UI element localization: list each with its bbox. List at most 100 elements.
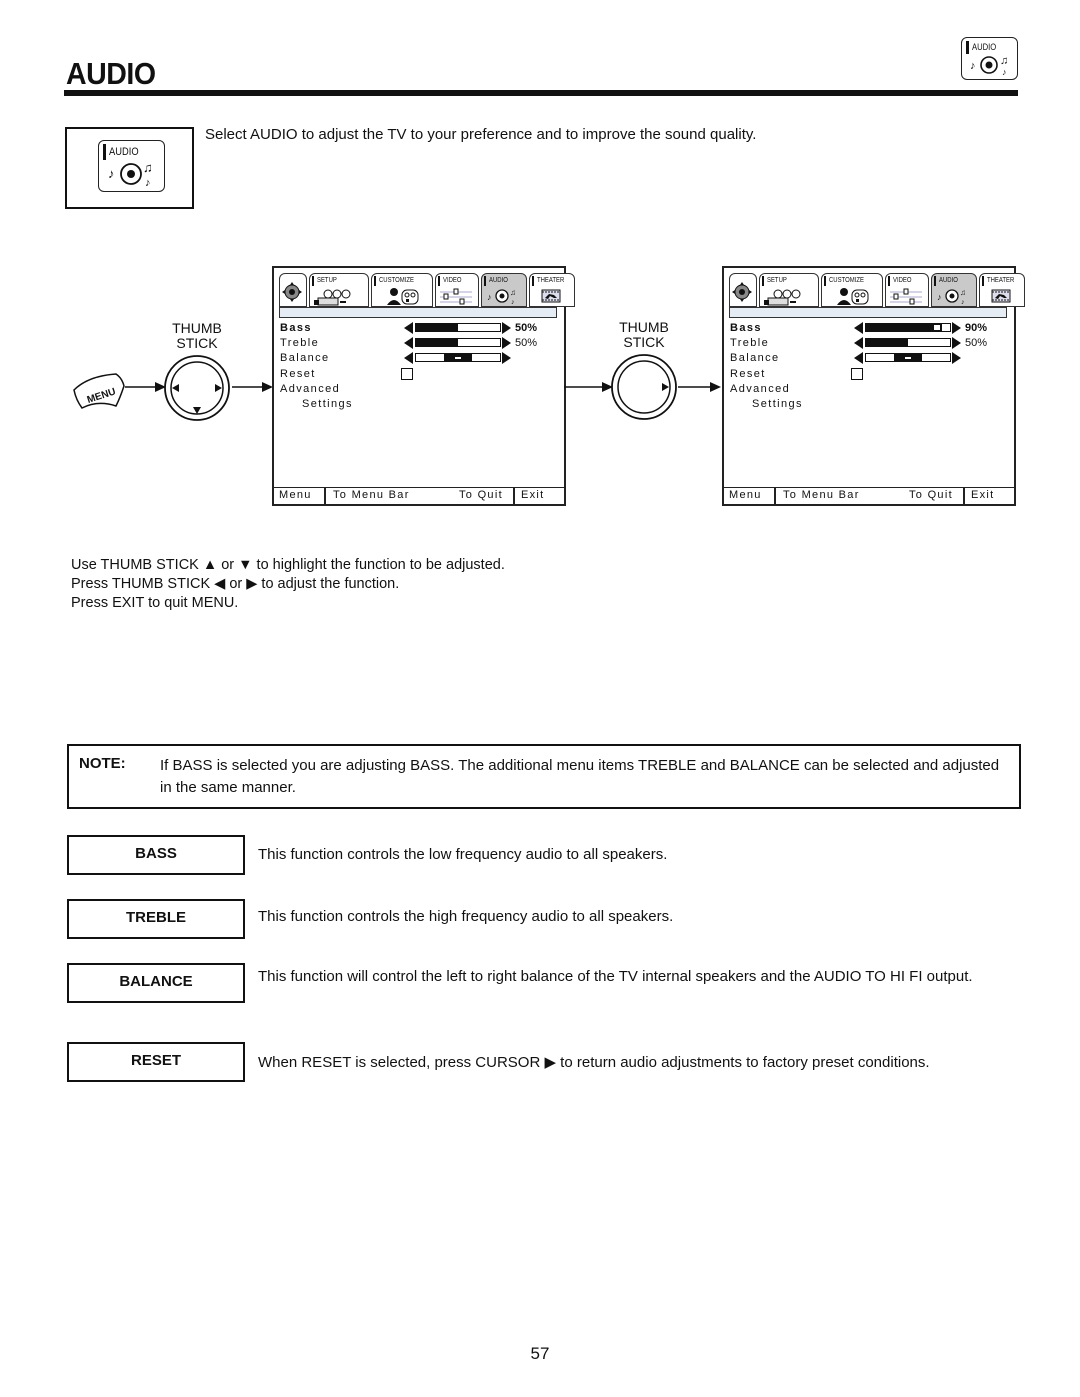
instructions: Use THUMB STICK ▲ or ▼ to highlight the … xyxy=(71,556,505,613)
footer-exit-button[interactable]: Exit xyxy=(521,489,545,501)
thumb-stick-label: THUMB STICK xyxy=(608,320,680,350)
bass-slider[interactable] xyxy=(854,322,964,334)
title-rule xyxy=(64,90,1018,96)
menu-tab-audio[interactable]: AUDIO ♪ ♫ ♪ xyxy=(931,273,977,307)
slider-right-arrow-icon[interactable] xyxy=(502,352,511,364)
function-label-treble: TREBLE xyxy=(67,899,245,939)
treble-slider[interactable] xyxy=(404,337,514,349)
up-arrow-icon: ▲ xyxy=(202,557,218,573)
slider-right-arrow-icon[interactable] xyxy=(952,322,961,334)
audio-disc-icon: ♪ ♫ ♪ xyxy=(932,276,974,311)
menu-item-bass[interactable]: Bass xyxy=(280,322,312,334)
reset-checkbox[interactable] xyxy=(401,368,413,380)
slider-left-arrow-icon[interactable] xyxy=(854,322,863,334)
camera-setup-icon xyxy=(760,276,816,311)
svg-text:♪: ♪ xyxy=(108,166,115,181)
balance-slider[interactable] xyxy=(854,352,964,364)
menu-footer: Menu To Menu Bar To Quit Exit xyxy=(274,487,564,504)
menu-item-reset[interactable]: Reset xyxy=(730,368,766,380)
menu-item-settings[interactable]: Settings xyxy=(752,398,803,410)
theater-film-icon xyxy=(530,276,572,311)
audio-disc-icon: ♪ ♫ ♪ xyxy=(482,276,524,311)
menu-tab-customize[interactable]: CUSTOMIZE xyxy=(371,273,433,307)
footer-exit-button[interactable]: Exit xyxy=(971,489,995,501)
note-heading: NOTE: xyxy=(79,755,126,772)
svg-text:♫: ♫ xyxy=(510,288,516,297)
camera-setup-icon xyxy=(310,276,366,311)
function-desc-reset: When RESET is selected, press CURSOR ▶ t… xyxy=(258,1054,930,1071)
arrow-icon xyxy=(678,382,721,392)
slider-left-arrow-icon[interactable] xyxy=(404,352,413,364)
menu-item-treble[interactable]: Treble xyxy=(280,337,319,349)
arrow-icon xyxy=(564,382,613,392)
svg-text:♫: ♫ xyxy=(1000,55,1008,67)
function-desc-balance: This function will control the left to r… xyxy=(258,968,973,985)
footer-menu-label: Menu xyxy=(729,489,762,501)
footer-menu-label: Menu xyxy=(279,489,312,501)
menu-item-balance[interactable]: Balance xyxy=(280,352,330,364)
svg-text:♫: ♫ xyxy=(960,288,966,297)
thumb-stick-icon[interactable] xyxy=(610,353,678,421)
menu-item-settings[interactable]: Settings xyxy=(302,398,353,410)
slider-left-arrow-icon[interactable] xyxy=(854,337,863,349)
footer-to-menu-bar-label: To Menu Bar xyxy=(783,489,860,501)
menu-tab-bar: SETUP CUSTOMIZE VIDEO AUDIO ♪ ♫ ♪ THEATER xyxy=(729,273,1025,307)
menu-item-balance[interactable]: Balance xyxy=(730,352,780,364)
menu-item-bass[interactable]: Bass xyxy=(730,322,762,334)
reset-checkbox[interactable] xyxy=(851,368,863,380)
svg-text:♪: ♪ xyxy=(961,299,965,306)
balance-slider[interactable] xyxy=(404,352,514,364)
menu-tab-setup[interactable]: SETUP xyxy=(309,273,369,307)
function-desc-treble: This function controls the high frequenc… xyxy=(258,908,674,925)
thumb-stick-label-line2: STICK xyxy=(176,335,218,351)
menu-tab-video[interactable]: VIDEO xyxy=(435,273,479,307)
treble-value: 50% xyxy=(965,337,988,349)
thumb-stick-label-line1: THUMB xyxy=(172,320,222,336)
menu-footer: Menu To Menu Bar To Quit Exit xyxy=(724,487,1014,504)
menu-item-advanced[interactable]: Advanced xyxy=(730,383,790,395)
svg-text:♪: ♪ xyxy=(511,299,515,306)
person-customize-icon xyxy=(372,276,430,311)
menu-tab-video[interactable]: VIDEO xyxy=(885,273,929,307)
slider-right-arrow-icon[interactable] xyxy=(502,322,511,334)
function-label-reset: RESET xyxy=(67,1042,245,1082)
slider-right-arrow-icon[interactable] xyxy=(952,352,961,364)
arrow-icon xyxy=(232,382,273,392)
down-arrow-icon: ▼ xyxy=(238,557,253,573)
svg-text:♪: ♪ xyxy=(937,292,942,302)
tv-menu-screen-before: SETUP CUSTOMIZE VIDEO AUDIO ♪ ♫ ♪ THEATER Bass 50… xyxy=(272,266,575,506)
page-number: 57 xyxy=(530,1344,550,1363)
menu-tab-navigate[interactable] xyxy=(729,273,757,307)
video-sliders-icon xyxy=(886,276,926,311)
left-arrow-icon: ◀ xyxy=(214,576,226,592)
thumb-stick-label: THUMB STICK xyxy=(162,321,232,351)
thumb-stick-label-line1: THUMB xyxy=(619,319,669,335)
menu-tab-theater[interactable]: THEATER xyxy=(979,273,1025,307)
menu-item-reset[interactable]: Reset xyxy=(280,368,316,380)
menu-tab-customize[interactable]: CUSTOMIZE xyxy=(821,273,883,307)
thumb-stick-icon[interactable] xyxy=(163,354,231,422)
slider-left-arrow-icon[interactable] xyxy=(854,352,863,364)
menu-item-treble[interactable]: Treble xyxy=(730,337,769,349)
menu-tab-setup[interactable]: SETUP xyxy=(759,273,819,307)
right-arrow-icon: ▶ xyxy=(246,576,258,592)
menu-tab-theater[interactable]: THEATER xyxy=(529,273,575,307)
treble-slider[interactable] xyxy=(854,337,964,349)
svg-text:♪: ♪ xyxy=(487,292,492,302)
menu-tab-navigate[interactable] xyxy=(279,273,307,307)
svg-text:♫: ♫ xyxy=(143,160,153,175)
menu-button-icon: MENU xyxy=(73,373,125,409)
function-label-bass: BASS xyxy=(67,835,245,875)
slider-right-arrow-icon[interactable] xyxy=(952,337,961,349)
slider-left-arrow-icon[interactable] xyxy=(404,337,413,349)
bass-slider[interactable] xyxy=(404,322,514,334)
menu-item-advanced[interactable]: Advanced xyxy=(280,383,340,395)
function-label-balance: BALANCE xyxy=(67,963,245,1003)
slider-left-arrow-icon[interactable] xyxy=(404,322,413,334)
theater-film-icon xyxy=(980,276,1022,311)
footer-to-menu-bar-label: To Menu Bar xyxy=(333,489,410,501)
slider-right-arrow-icon[interactable] xyxy=(502,337,511,349)
intro-text: Select AUDIO to adjust the TV to your pr… xyxy=(205,126,757,143)
menu-tab-audio[interactable]: AUDIO ♪ ♫ ♪ xyxy=(481,273,527,307)
thumb-stick-icon xyxy=(730,276,754,311)
